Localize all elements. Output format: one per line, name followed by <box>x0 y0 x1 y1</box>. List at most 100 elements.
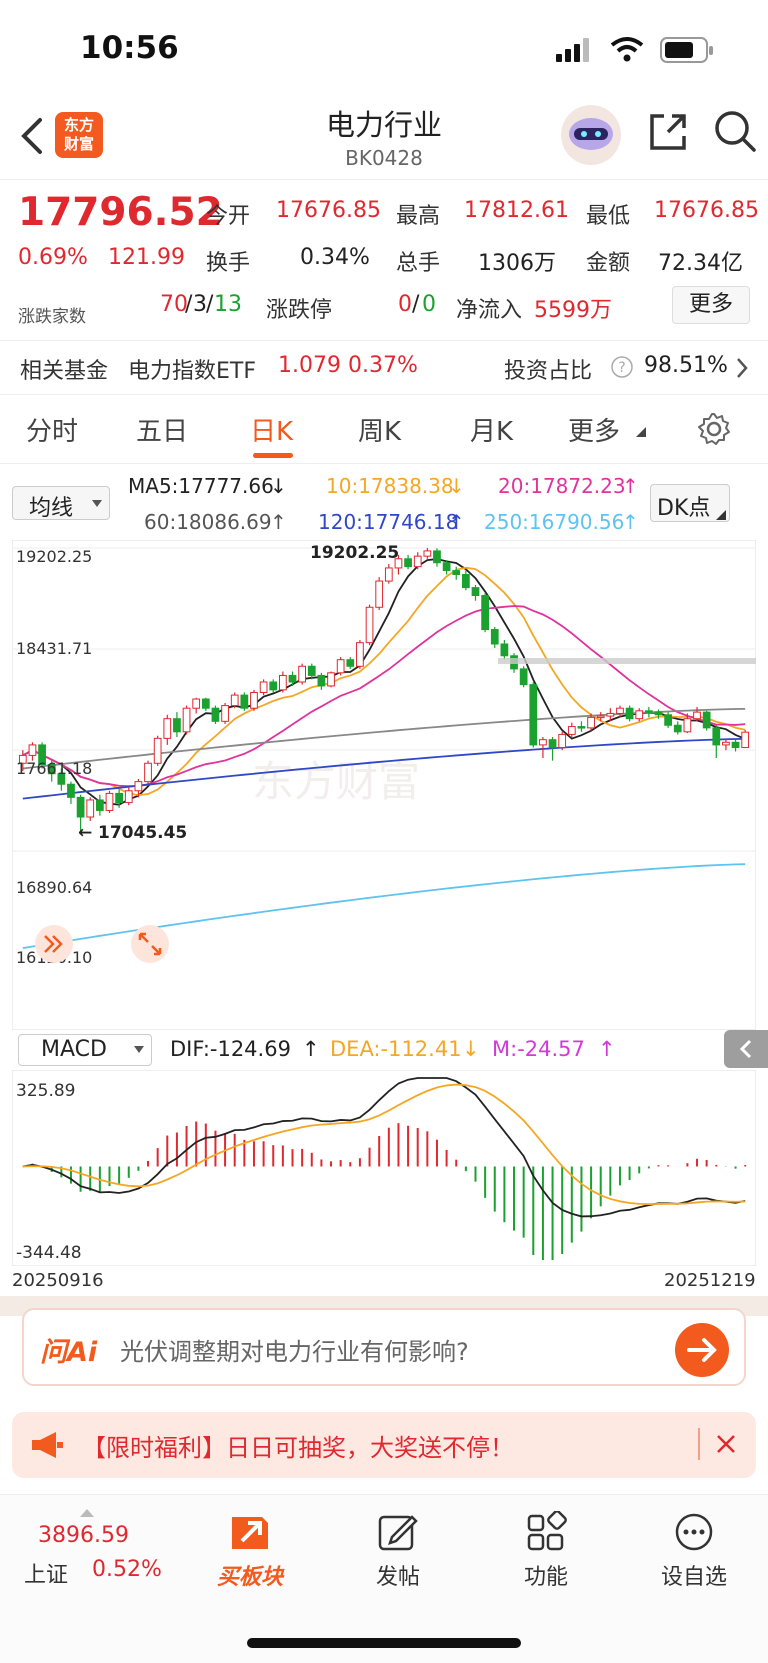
related-fund-row[interactable]: 相关基金 电力指数ETF 1.079 0.37% 投资占比 ? 98.51% <box>0 340 768 390</box>
candle-body <box>384 567 393 582</box>
candle-body <box>654 711 663 716</box>
status-time: 10:56 <box>80 30 179 66</box>
candle-body <box>702 711 711 729</box>
candle-body <box>452 570 461 576</box>
period-tabs: 分时 五日 日K 周K 月K 更多 <box>0 394 768 464</box>
post-label: 发帖 <box>375 1565 420 1590</box>
adv-dec-label: 涨跌家数 <box>18 307 86 327</box>
candle-body <box>461 574 470 589</box>
expand-sidebar-icon[interactable] <box>34 924 74 964</box>
candle-body <box>539 739 547 746</box>
edit-icon <box>378 1515 418 1551</box>
change-abs: 121.99 <box>108 245 185 270</box>
chevron-right-icon <box>737 358 748 378</box>
active-tab-indicator <box>253 453 293 458</box>
candle-body <box>327 672 335 687</box>
candle-body <box>558 733 567 749</box>
candle-body <box>712 727 721 746</box>
adv-count: 70 <box>160 292 188 317</box>
candle-body <box>173 718 181 733</box>
fund-pct: 0.37% <box>348 353 418 378</box>
ma120-value: 120:17746.18 <box>318 510 459 534</box>
ratio-label: 投资占比 <box>504 359 593 384</box>
candle-body <box>548 739 557 749</box>
promo-banner[interactable]: 【限时福利】日日可抽奖，大奖送不停！ <box>12 1412 756 1478</box>
chevron-left-icon <box>739 1039 752 1059</box>
promo-text: 【限时福利】日日可抽奖，大奖送不停！ <box>82 1434 514 1462</box>
high-annotation: 19202.25 <box>310 543 399 563</box>
candle-body <box>259 681 268 693</box>
dropdown-arrow-icon <box>134 1046 144 1053</box>
more-button[interactable]: 更多 <box>672 286 750 324</box>
candle-body <box>211 707 220 722</box>
candle-body <box>230 694 239 707</box>
ai-question-box[interactable]: 问Ai 光伏调整期对电力行业有何影响? <box>22 1308 746 1386</box>
macd-dea: DEA:-112.41 <box>330 1037 462 1061</box>
tab-five-day[interactable]: 五日 <box>136 411 188 448</box>
help-icon[interactable]: ? <box>610 355 634 379</box>
candle-body <box>529 684 538 746</box>
robot-assistant-icon[interactable] <box>560 104 622 166</box>
macd-chart[interactable]: 325.89 -344.48 <box>11 1069 757 1267</box>
nav-bar: 东方 财富 电力行业 BK0428 <box>0 100 768 180</box>
turnover-label: 换手 <box>206 251 251 276</box>
signal-icon <box>556 38 589 62</box>
candle-body <box>375 580 384 608</box>
candle-body <box>664 714 673 726</box>
fund-price: 1.079 <box>278 353 341 378</box>
triangle-down-icon <box>636 427 646 437</box>
flat-count: 3 <box>193 292 207 317</box>
candle-body <box>317 674 326 687</box>
low-value: 17676.85 <box>654 198 759 223</box>
index-pct: 0.52% <box>92 1557 162 1582</box>
tab-daily-k[interactable]: 日K <box>250 411 293 448</box>
ma250-value: 250:16790.56 <box>484 510 625 534</box>
nav-post[interactable]: 发帖 <box>338 1511 458 1591</box>
share-icon[interactable] <box>646 110 690 154</box>
buy-block-icon <box>232 1517 268 1549</box>
tab-more[interactable]: 更多 <box>568 411 620 448</box>
candle-body <box>365 606 374 644</box>
candle-body <box>163 718 172 739</box>
dk-band <box>498 658 756 664</box>
candle-body <box>67 783 75 798</box>
tab-weekly-k[interactable]: 周K <box>358 411 401 448</box>
macd-selector[interactable]: MACD <box>18 1034 152 1066</box>
macd-m: M:-24.57 <box>492 1037 585 1061</box>
nav-functions[interactable]: 功能 <box>486 1510 606 1591</box>
high-value: 17812.61 <box>464 198 569 223</box>
candle-body <box>404 558 412 568</box>
search-icon[interactable] <box>712 108 758 154</box>
collapse-panel-button[interactable] <box>724 1030 768 1068</box>
candle-body <box>105 792 114 811</box>
kline-svg: 东方财富 19202.25 18431.71 17661.18 16890.64… <box>11 539 757 1031</box>
candle-body <box>567 726 576 735</box>
candle-body <box>433 550 441 564</box>
send-arrow-icon[interactable] <box>674 1322 730 1378</box>
macd-dif: DIF:-124.69 <box>170 1037 291 1061</box>
ratio-value: 98.51% <box>644 353 728 378</box>
date-axis: 20250916 20251219 <box>0 1266 768 1296</box>
tab-intraday[interactable]: 分时 <box>26 411 78 448</box>
tab-monthly-k[interactable]: 月K <box>470 411 513 448</box>
ai-badge: 问Ai <box>40 1337 98 1368</box>
close-icon[interactable] <box>714 1432 738 1456</box>
candle-body <box>201 698 210 709</box>
candle-body <box>250 691 258 709</box>
fullscreen-icon[interactable] <box>130 924 170 964</box>
settings-gear-icon[interactable] <box>696 411 732 447</box>
candle-body <box>577 726 586 729</box>
kline-chart[interactable]: 东方财富 19202.25 18431.71 17661.18 16890.64… <box>11 539 757 1031</box>
candle-body <box>76 796 85 818</box>
volume-value: 1306万 <box>478 251 556 276</box>
add-watchlist-label: 设自选 <box>660 1565 727 1590</box>
macd-y-top: 325.89 <box>16 1081 75 1101</box>
y-axis-2: 18431.71 <box>16 639 92 658</box>
quote-panel: 17796.52 今开 17676.85 最高 17812.61 最低 1767… <box>18 190 759 327</box>
nav-add-watchlist[interactable]: 设自选 <box>634 1511 754 1591</box>
candle-body <box>587 716 595 729</box>
nav-buy-block[interactable]: 买板块 <box>190 1511 310 1591</box>
candle-body <box>616 707 624 714</box>
wifi-icon <box>610 37 644 62</box>
candle-body <box>500 643 509 657</box>
